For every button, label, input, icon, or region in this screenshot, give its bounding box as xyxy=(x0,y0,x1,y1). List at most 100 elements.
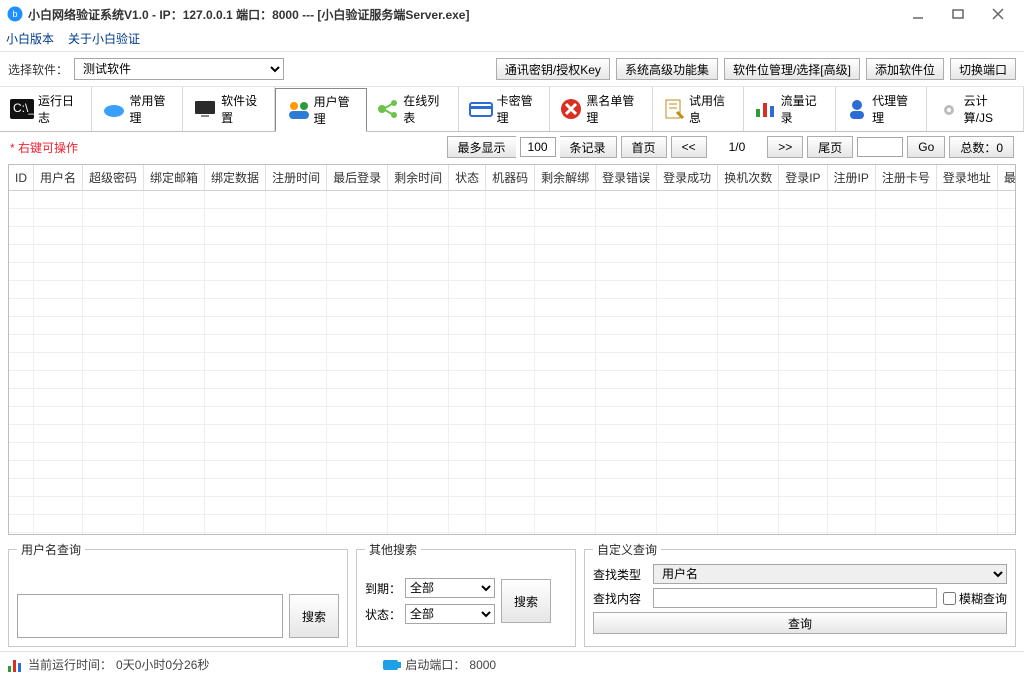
status-bar: 当前运行时间：0天0小时0分26秒 启动端口：8000 xyxy=(0,651,1024,677)
table-column-header[interactable]: 剩余解绑 xyxy=(535,165,596,191)
menu-bar: 小白版本 关于小白验证 xyxy=(0,28,1024,51)
tab-run-log[interactable]: C:\_运行日志 xyxy=(0,87,92,131)
custom-search-group: 自定义查询 查找类型 用户名 查找内容 模糊查询 查询 xyxy=(584,541,1016,647)
tab-card-manage[interactable]: 卡密管理 xyxy=(459,87,551,131)
search-type-select[interactable]: 用户名 xyxy=(653,564,1007,584)
status-label: 状态： xyxy=(365,606,401,623)
search-content-label: 查找内容 xyxy=(593,590,647,607)
software-select-row: 选择软件： 测试软件 通讯密钥/授权Key 系统高级功能集 软件位管理/选择[高… xyxy=(0,51,1024,87)
pager: 最多显示 条记录 首页 << 1/0 >> 尾页 Go 总数：0 xyxy=(447,136,1014,158)
search-panels: 用户名查询 搜索 其他搜索 到期：全部 状态：全部 搜索 自定义查询 查找类型 … xyxy=(0,541,1024,651)
custom-search-button[interactable]: 查询 xyxy=(593,612,1007,634)
tab-software-settings[interactable]: 软件设置 xyxy=(183,87,275,131)
cloud-icon xyxy=(102,97,126,121)
next-page-button[interactable]: >> xyxy=(767,136,803,158)
monitor-icon xyxy=(193,97,217,121)
title-bar: b 小白网络验证系统V1.0 - IP：127.0.0.1 端口：8000 --… xyxy=(0,0,1024,28)
table-column-header[interactable]: 剩余时间 xyxy=(388,165,449,191)
menu-version[interactable]: 小白版本 xyxy=(6,30,54,47)
table-row xyxy=(9,497,1016,515)
maximize-button[interactable] xyxy=(938,1,978,27)
fuzzy-search-checkbox[interactable]: 模糊查询 xyxy=(943,590,1007,607)
software-select[interactable]: 测试软件 xyxy=(74,58,284,80)
table-column-header[interactable]: 绑定邮箱 xyxy=(144,165,205,191)
search-content-input[interactable] xyxy=(653,588,937,608)
expire-select[interactable]: 全部 xyxy=(405,578,495,598)
add-software-slot-button[interactable]: 添加软件位 xyxy=(866,58,944,80)
table-header-row: ID用户名超级密码绑定邮箱绑定数据注册时间最后登录剩余时间状态机器码剩余解绑登录… xyxy=(9,165,1016,191)
tab-traffic-log[interactable]: 流量记录 xyxy=(744,87,836,131)
switch-port-button[interactable]: 切换端口 xyxy=(950,58,1016,80)
table-row xyxy=(9,317,1016,335)
advanced-features-button[interactable]: 系统高级功能集 xyxy=(616,58,718,80)
menu-about[interactable]: 关于小白验证 xyxy=(68,30,140,47)
agent-icon xyxy=(846,97,868,121)
tab-label: 用户管理 xyxy=(314,93,357,127)
window-title: 小白网络验证系统V1.0 - IP：127.0.0.1 端口：8000 --- … xyxy=(28,6,469,23)
table-row xyxy=(9,299,1016,317)
expire-label: 到期： xyxy=(365,580,401,597)
tab-cloud-js[interactable]: 云计算/JS xyxy=(927,87,1023,131)
table-row xyxy=(9,533,1016,536)
tab-trial-info[interactable]: 试用信息 xyxy=(653,87,745,131)
select-software-label: 选择软件： xyxy=(8,61,68,78)
tab-label: 试用信息 xyxy=(689,92,733,126)
table-column-header[interactable]: 绑定数据 xyxy=(205,165,266,191)
first-page-button[interactable]: 首页 xyxy=(621,136,667,158)
table-row xyxy=(9,461,1016,479)
page-goto-input[interactable] xyxy=(857,137,903,157)
prev-page-button[interactable]: << xyxy=(671,136,707,158)
table-column-header[interactable]: 注册卡号 xyxy=(875,165,936,191)
max-show-input[interactable] xyxy=(520,137,556,157)
status-select[interactable]: 全部 xyxy=(405,604,495,624)
terminal-icon: C:\_ xyxy=(10,97,34,121)
tab-label: 软件设置 xyxy=(221,92,264,126)
battery-icon xyxy=(383,660,401,670)
tab-label: 云计算/JS xyxy=(964,92,1013,126)
max-show-label: 最多显示 xyxy=(447,136,516,158)
table-row xyxy=(9,191,1016,209)
table-row xyxy=(9,335,1016,353)
tab-label: 黑名单管理 xyxy=(586,92,641,126)
table-column-header[interactable]: 登录地址 xyxy=(936,165,997,191)
table-row xyxy=(9,389,1016,407)
hint-pager-row: * 右键可操作 最多显示 条记录 首页 << 1/0 >> 尾页 Go 总数：0 xyxy=(0,132,1024,162)
tab-label: 常用管理 xyxy=(130,92,173,126)
right-click-hint: * 右键可操作 xyxy=(10,139,78,156)
table-row xyxy=(9,443,1016,461)
username-search-button[interactable]: 搜索 xyxy=(289,594,339,638)
tab-blacklist[interactable]: 黑名单管理 xyxy=(550,87,653,131)
tab-agent-manage[interactable]: 代理管理 xyxy=(836,87,928,131)
total-label: 总数：0 xyxy=(949,136,1014,158)
minimize-button[interactable] xyxy=(898,1,938,27)
table-column-header[interactable]: 机器码 xyxy=(486,165,535,191)
table-row xyxy=(9,353,1016,371)
username-search-input[interactable] xyxy=(17,594,283,638)
table-column-header[interactable]: 登录错误 xyxy=(596,165,657,191)
go-button[interactable]: Go xyxy=(907,136,945,158)
table-column-header[interactable]: 超级密码 xyxy=(83,165,144,191)
table-column-header[interactable]: 换机次数 xyxy=(718,165,779,191)
table-column-header[interactable]: ID xyxy=(9,165,34,191)
table-row xyxy=(9,209,1016,227)
table-column-header[interactable]: 登录成功 xyxy=(657,165,718,191)
tab-label: 运行日志 xyxy=(38,92,81,126)
share-icon xyxy=(377,97,399,121)
software-slot-manage-button[interactable]: 软件位管理/选择[高级] xyxy=(724,58,860,80)
table-row xyxy=(9,371,1016,389)
table-column-header[interactable]: 注册时间 xyxy=(266,165,327,191)
close-button[interactable] xyxy=(978,1,1018,27)
comm-key-button[interactable]: 通讯密钥/授权Key xyxy=(496,58,610,80)
table-column-header[interactable]: 最后充值 xyxy=(997,165,1016,191)
user-table[interactable]: ID用户名超级密码绑定邮箱绑定数据注册时间最后登录剩余时间状态机器码剩余解绑登录… xyxy=(8,164,1016,535)
last-page-button[interactable]: 尾页 xyxy=(807,136,853,158)
tab-online-list[interactable]: 在线列表 xyxy=(367,87,459,131)
tab-common-manage[interactable]: 常用管理 xyxy=(92,87,184,131)
table-column-header[interactable]: 注册IP xyxy=(827,165,875,191)
other-search-button[interactable]: 搜索 xyxy=(501,579,551,623)
table-column-header[interactable]: 登录IP xyxy=(779,165,827,191)
table-column-header[interactable]: 状态 xyxy=(449,165,486,191)
tab-user-manage[interactable]: 用户管理 xyxy=(275,88,368,132)
table-column-header[interactable]: 最后登录 xyxy=(327,165,388,191)
table-column-header[interactable]: 用户名 xyxy=(34,165,83,191)
